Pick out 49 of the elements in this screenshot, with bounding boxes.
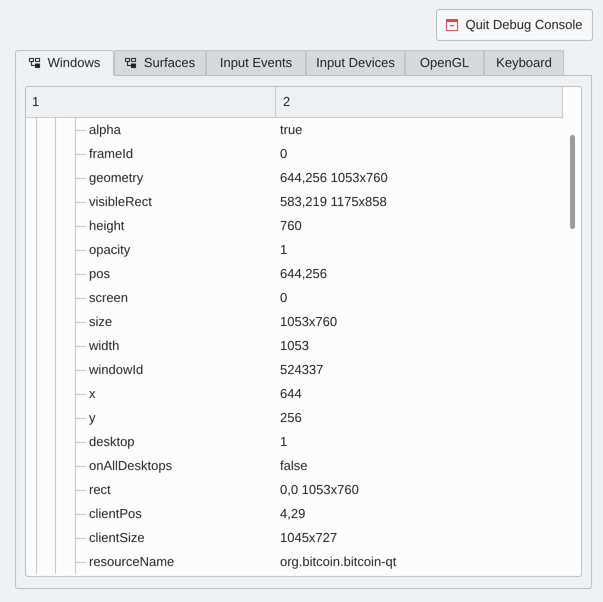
property-value: org.bitcoin.bitcoin-qt — [280, 553, 396, 572]
scrollbar-thumb[interactable] — [570, 135, 575, 229]
property-value: 1053 — [280, 337, 309, 356]
property-name: screen — [89, 289, 128, 308]
tab[interactable]: Surfaces — [114, 50, 206, 76]
tab[interactable]: Windows — [15, 50, 114, 76]
property-name: opacity — [89, 241, 130, 260]
property-name: height — [89, 217, 124, 236]
property-name: size — [89, 313, 112, 332]
window-icon — [446, 19, 458, 31]
column-header[interactable]: 2 — [276, 87, 563, 118]
property-value: 583,219 1175x858 — [280, 193, 387, 212]
property-value: 0 — [280, 145, 288, 164]
property-name: pos — [89, 265, 110, 284]
property-name: rect — [89, 481, 111, 500]
tab[interactable]: Keyboard — [484, 50, 564, 76]
property-value: 256 — [280, 409, 302, 428]
tab[interactable]: Input Events — [206, 50, 306, 76]
property-name: desktop — [89, 433, 135, 452]
property-name: x — [89, 385, 96, 404]
quit-button[interactable]: Quit Debug Console — [436, 9, 593, 41]
property-value: 644,256 1053x760 — [280, 169, 388, 188]
property-value: 4,29 — [280, 505, 306, 524]
property-value: 524337 — [280, 361, 324, 380]
property-name: clientSize — [89, 529, 145, 548]
property-name: visibleRect — [89, 193, 152, 212]
property-value: 1045x727 — [280, 529, 338, 548]
property-value: 644 — [280, 385, 302, 404]
property-name: onAllDesktops — [89, 457, 172, 476]
property-value: 1053x760 — [280, 313, 338, 332]
property-name: y — [89, 409, 96, 428]
property-value: true — [280, 121, 302, 140]
property-name: windowId — [89, 361, 144, 380]
property-name: frameId — [89, 145, 134, 164]
column-header[interactable]: 1 — [26, 87, 276, 118]
property-value: 644,256 — [280, 265, 327, 284]
tab[interactable]: Input Devices — [306, 50, 405, 76]
property-name: alpha — [89, 121, 121, 140]
property-name: geometry — [89, 169, 144, 188]
property-name: width — [89, 337, 120, 356]
property-value: false — [280, 457, 308, 476]
tab[interactable]: OpenGL — [405, 50, 484, 76]
property-name: resourceName — [89, 553, 174, 572]
property-name: clientPos — [89, 505, 142, 524]
property-value: 0 — [280, 289, 288, 308]
property-value: 760 — [280, 217, 302, 236]
property-value: 1 — [280, 433, 288, 452]
property-value: 1 — [280, 241, 288, 260]
property-value: 0,0 1053x760 — [280, 481, 359, 500]
